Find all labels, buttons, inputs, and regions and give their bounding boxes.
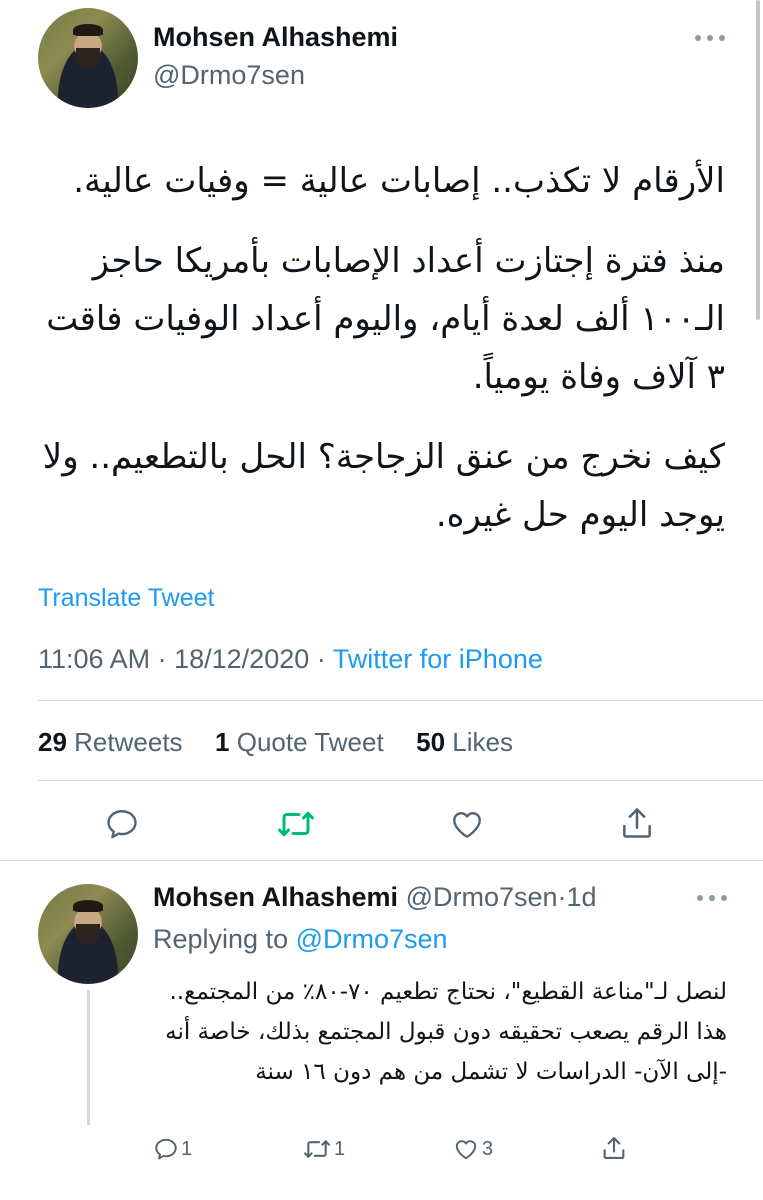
reply-button[interactable]	[104, 806, 140, 842]
retweets-label: Retweets	[74, 727, 183, 757]
translate-tweet-link[interactable]: Translate Tweet	[38, 584, 214, 613]
replying-to: Replying to @Drmo7sen	[153, 924, 448, 955]
more-icon[interactable]	[695, 33, 725, 43]
reply-share-button[interactable]	[600, 1134, 628, 1162]
retweets-count: 29	[38, 727, 67, 757]
tweet-paragraph: منذ فترة إجتازت أعداد الإصابات بأمريكا ح…	[46, 241, 725, 397]
engagement-stats: 29 Retweets 1 Quote Tweet 50 Likes	[38, 727, 513, 758]
quotes-count: 1	[215, 727, 230, 757]
share-icon	[623, 808, 651, 838]
reply-text: لنصل لـ"مناعة القطيع"، نحتاج تطعيم ٧٠-٨٠…	[165, 979, 727, 1085]
like-icon	[455, 1140, 477, 1160]
scrollbar[interactable]	[756, 0, 760, 320]
retweets-stat[interactable]: 29 Retweets	[38, 727, 183, 757]
likes-count: 50	[416, 727, 446, 757]
reply-like-button[interactable]: 3	[452, 1136, 493, 1162]
tweet-time[interactable]: 11:06 AM	[38, 644, 150, 674]
tweet-text: الأرقام لا تكذب.. إصابات عالية = وفيات ع…	[35, 152, 725, 566]
quotes-stat[interactable]: 1 Quote Tweet	[215, 727, 384, 757]
reply-author-handle[interactable]: @Drmo7sen	[406, 882, 558, 912]
share-icon	[603, 1137, 625, 1159]
reply-author-avatar[interactable]	[38, 884, 138, 984]
reply-reply-button[interactable]: 1	[153, 1136, 192, 1162]
divider	[0, 860, 763, 861]
like-count: 3	[482, 1137, 494, 1160]
divider	[38, 780, 763, 781]
replying-label: Replying to	[153, 924, 289, 954]
reply-icon	[155, 1138, 177, 1160]
reply-age[interactable]: 1d	[567, 882, 597, 912]
replying-to-handle[interactable]: @Drmo7sen	[296, 924, 448, 954]
meta-separator: ·	[316, 644, 326, 674]
tweet-timestamp: 11:06 AM · 18/12/2020 · Twitter for iPho…	[38, 644, 543, 675]
like-button[interactable]	[448, 806, 486, 842]
reply-author-name[interactable]: Mohsen Alhashemi	[153, 882, 398, 912]
meta-separator: ·	[157, 644, 167, 674]
like-icon	[453, 812, 481, 838]
author-name[interactable]: Mohsen Alhashemi	[153, 22, 398, 53]
tweet-paragraph: كيف نخرج من عنق الزجاجة؟ الحل بالتطعيم..…	[42, 437, 725, 535]
thread-connector-line	[87, 990, 90, 1125]
reply-icon	[107, 810, 137, 839]
author-avatar[interactable]	[38, 8, 138, 108]
share-button[interactable]	[618, 804, 656, 842]
reply-retweet-button[interactable]: 1	[302, 1136, 345, 1162]
reply-separator: ·	[557, 882, 567, 912]
divider	[38, 700, 763, 701]
author-handle[interactable]: @Drmo7sen	[153, 60, 305, 91]
reply-count: 1	[181, 1137, 193, 1160]
quotes-label: Quote Tweet	[236, 727, 384, 757]
reply-more-icon[interactable]	[697, 893, 727, 903]
retweet-count: 1	[334, 1137, 346, 1160]
retweet-icon	[304, 1140, 330, 1158]
likes-stat[interactable]: 50 Likes	[416, 727, 513, 757]
reply-header: Mohsen Alhashemi @Drmo7sen·1d	[153, 882, 597, 913]
likes-label: Likes	[452, 727, 513, 757]
tweet-source-link[interactable]: Twitter for iPhone	[333, 644, 543, 674]
retweet-button[interactable]	[276, 806, 316, 842]
tweet-date[interactable]: 18/12/2020	[174, 644, 309, 674]
retweet-icon	[278, 811, 314, 837]
tweet-paragraph: الأرقام لا تكذب.. إصابات عالية = وفيات ع…	[73, 161, 725, 201]
